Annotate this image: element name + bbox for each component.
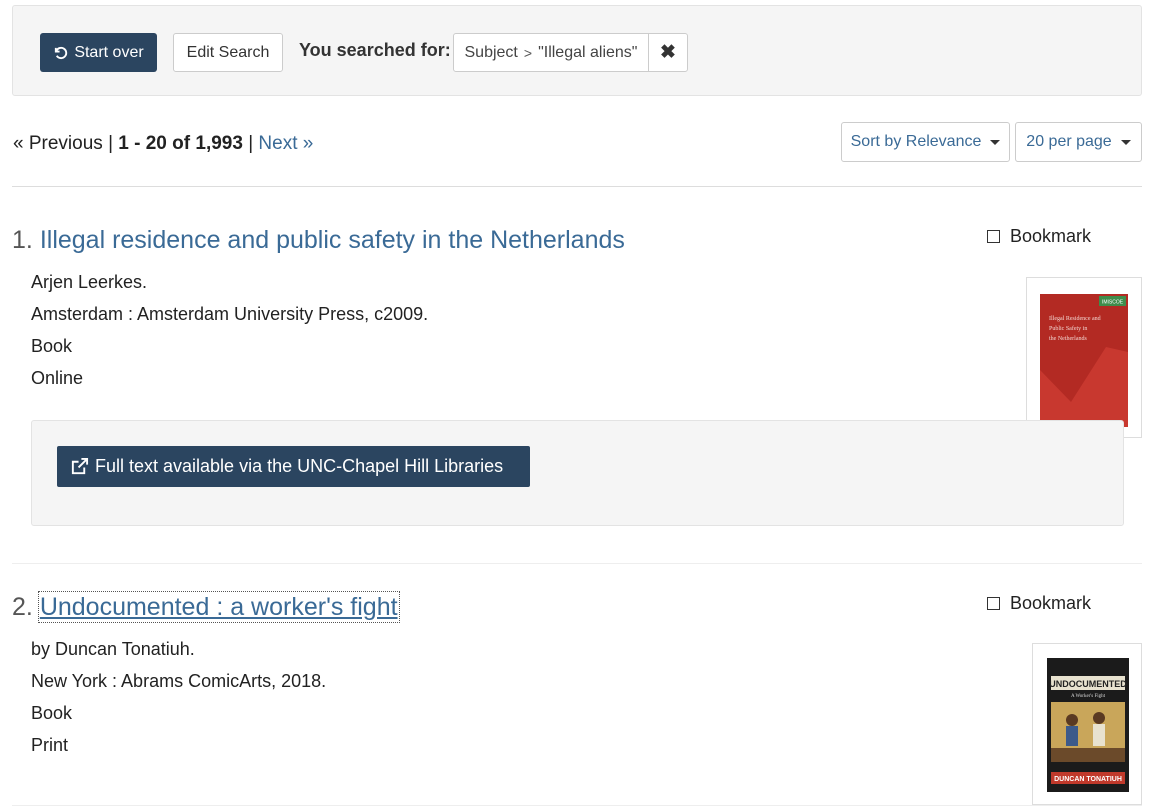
bookmark-label: Bookmark — [1010, 226, 1092, 246]
book-cover-thumbnail[interactable]: IMISCOE Illegal Residence and Public Saf… — [1026, 277, 1142, 438]
constraint-field: Subject — [464, 43, 518, 61]
book-cover-image: IMISCOE Illegal Residence and Public Saf… — [1040, 294, 1128, 427]
book-cover-thumbnail[interactable]: UNDOCUMENTED A Worker's Fight DUNCAN TON… — [1032, 643, 1142, 805]
pager-separator: | — [108, 133, 113, 154]
document-publisher: New York : Abrams ComicArts, 2018. — [31, 671, 327, 691]
document-title: 1. Illegal residence and public safety i… — [12, 226, 625, 255]
sort-dropdown[interactable]: Sort by Relevance — [841, 122, 1010, 162]
pager-separator: | — [248, 133, 254, 154]
caret-down-icon — [1120, 139, 1131, 145]
constraint-value[interactable]: Subject > "Illegal aliens" — [454, 34, 649, 71]
document-number: 1. — [12, 226, 33, 254]
search-constraints-bar: Start over Edit Search You searched for:… — [12, 5, 1142, 96]
subject-constraint: Subject > "Illegal aliens" ✖ — [453, 33, 688, 72]
bookmark-toggle[interactable]: Bookmark — [987, 593, 1091, 614]
page-of: of — [172, 133, 191, 154]
document-number: 2. — [12, 593, 33, 621]
document-title-link[interactable]: Undocumented : a worker's fight — [37, 591, 400, 623]
cover-title: UNDOCUMENTED — [1049, 679, 1127, 689]
document-location: Online — [31, 368, 84, 388]
undo-icon — [55, 46, 68, 60]
remove-constraint-close-icon[interactable]: ✖ — [649, 34, 687, 71]
chevron-right-icon: > — [523, 44, 533, 61]
caret-down-icon — [990, 139, 1001, 145]
edit-search-button[interactable]: Edit Search — [173, 33, 283, 72]
document-format: Book — [31, 336, 73, 356]
document-author: by Duncan Tonatiuh. — [31, 639, 195, 659]
constraint-term: "Illegal aliens" — [538, 43, 638, 61]
full-text-button[interactable]: Full text available via the UNC-Chapel H… — [57, 446, 530, 487]
per-page-dropdown[interactable]: 20 per page — [1015, 122, 1142, 162]
start-over-button[interactable]: Start over — [40, 33, 157, 72]
sort-label: Sort by Relevance — [850, 133, 982, 150]
cover-author: DUNCAN TONATIUH — [1054, 776, 1122, 783]
divider — [12, 563, 1142, 564]
per-page-label: 20 per page — [1026, 133, 1112, 150]
book-cover-image: UNDOCUMENTED A Worker's Fight DUNCAN TON… — [1047, 658, 1129, 792]
document-metadata: by Duncan Tonatiuh. New York : Abrams Co… — [31, 633, 326, 761]
document-title: 2. Undocumented : a worker's fight — [12, 591, 400, 623]
total-results: 1,993 — [195, 133, 243, 154]
page-range: 1 - 20 — [118, 133, 167, 154]
bookmark-checkbox[interactable] — [987, 230, 1000, 243]
pagination-summary: « Previous | 1 - 20 of 1,993 | Next » — [13, 133, 313, 155]
divider — [12, 805, 1142, 806]
full-text-label: Full text available via the UNC-Chapel H… — [95, 456, 504, 476]
bookmark-checkbox[interactable] — [987, 597, 1000, 610]
document-format: Book — [31, 703, 73, 723]
document-author: Arjen Leerkes. — [31, 272, 148, 292]
online-access-panel: Full text available via the UNC-Chapel H… — [31, 420, 1124, 526]
document-publisher: Amsterdam : Amsterdam University Press, … — [31, 304, 429, 324]
start-over-label: Start over — [74, 43, 144, 61]
document-title-link[interactable]: Illegal residence and public safety in t… — [40, 226, 625, 254]
document-metadata: Arjen Leerkes. Amsterdam : Amsterdam Uni… — [31, 266, 428, 394]
cover-subtitle: A Worker's Fight — [1071, 694, 1106, 699]
bookmark-toggle[interactable]: Bookmark — [987, 226, 1091, 247]
divider — [12, 186, 1142, 187]
next-page-link[interactable]: Next » — [258, 133, 313, 154]
document-location: Print — [31, 735, 69, 755]
external-link-icon — [71, 457, 89, 475]
you-searched-for-label: You searched for: — [299, 40, 451, 60]
previous-page-link: « Previous — [13, 133, 103, 154]
bookmark-label: Bookmark — [1010, 593, 1092, 613]
cover-publisher-tag: IMISCOE — [1102, 300, 1124, 306]
